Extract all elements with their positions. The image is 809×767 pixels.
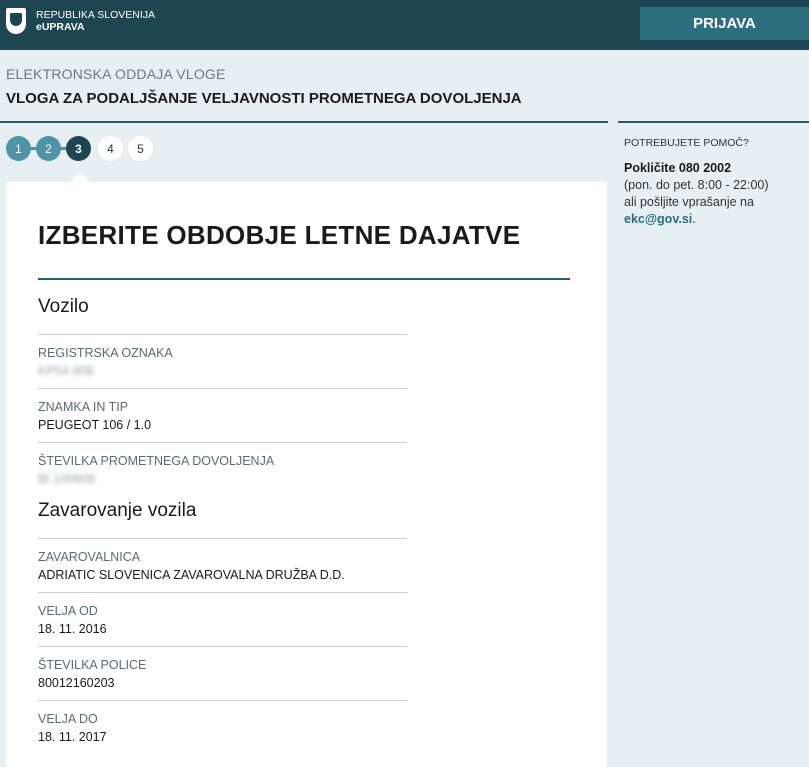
vehicle-section-title: Vozilo: [38, 296, 89, 317]
field-value-valid-to: 18. 11. 2017: [38, 730, 107, 744]
field-label-permit-number: ŠTEVILKA PROMETNEGA DOVOLJENJA: [38, 454, 275, 468]
help-hours: (pon. do pet. 8:00 - 22:00): [624, 178, 769, 192]
page-subtitle: ELEKTRONSKA ODDAJA VLOGE: [6, 66, 226, 82]
step-1[interactable]: 1: [6, 136, 31, 161]
field-label-valid-to: VELJA DO: [38, 712, 98, 726]
help-email-link[interactable]: ekc@gov.si: [624, 212, 692, 226]
form-card: IZBERITE OBDOBJE LETNE DAJATVE Vozilo RE…: [6, 182, 607, 767]
title-divider: [0, 121, 608, 123]
field-label-make-type: ZNAMKA IN TIP: [38, 400, 129, 414]
help-divider: [618, 121, 809, 123]
coat-of-arms-icon: [6, 8, 26, 34]
field-value-valid-from: 18. 11. 2016: [38, 622, 107, 636]
help-ask: ali pošljite vprašanje na: [624, 195, 754, 209]
field-divider: [38, 538, 407, 539]
step-3[interactable]: 3: [66, 136, 91, 161]
help-email-suffix: .: [692, 212, 696, 226]
step-4: 4: [98, 136, 123, 161]
logo-line1: REPUBLIKA SLOVENIJA: [36, 9, 156, 21]
euprava-logo[interactable]: REPUBLIKA SLOVENIJA eUPRAVA: [6, 8, 155, 34]
help-label: POTREBUJETE POMOČ?: [624, 137, 749, 149]
field-value-permit-number: BI 100609: [38, 472, 95, 486]
help-panel: POTREBUJETE POMOČ? Pokličite 080 2002 (p…: [624, 135, 804, 228]
step-pointer: [70, 172, 90, 182]
insurance-section-title: Zavarovanje vozila: [38, 500, 197, 521]
field-divider: [38, 388, 407, 389]
field-divider: [38, 442, 407, 443]
form-heading: IZBERITE OBDOBJE LETNE DAJATVE: [38, 220, 521, 250]
field-value-make-type: PEUGEOT 106 / 1.0: [38, 418, 152, 432]
help-phone: Pokličite 080 2002: [624, 161, 732, 175]
page-title: VLOGA ZA PODALJŠANJE VELJAVNOSTI PROMETN…: [6, 90, 522, 107]
top-bar: REPUBLIKA SLOVENIJA eUPRAVA PRIJAVA: [0, 0, 809, 50]
field-divider: [38, 700, 407, 701]
heading-divider: [38, 278, 570, 280]
field-divider: [38, 334, 407, 335]
login-button[interactable]: PRIJAVA: [640, 7, 809, 40]
field-label-valid-from: VELJA OD: [38, 604, 98, 618]
logo-line2: eUPRAVA: [36, 21, 85, 33]
field-value-registration: KP54-906: [38, 364, 94, 378]
step-5: 5: [128, 136, 153, 161]
field-divider: [38, 592, 407, 593]
field-divider: [38, 646, 407, 647]
field-label-registration: REGISTRSKA OZNAKA: [38, 346, 173, 360]
field-value-policy-number: 80012160203: [38, 676, 115, 690]
field-label-policy-number: ŠTEVILKA POLICE: [38, 658, 147, 672]
field-label-insurer: ZAVAROVALNICA: [38, 550, 141, 564]
step-2[interactable]: 2: [36, 136, 61, 161]
field-value-insurer: ADRIATIC SLOVENICA ZAVAROVALNA DRUŽBA D.…: [38, 568, 345, 582]
